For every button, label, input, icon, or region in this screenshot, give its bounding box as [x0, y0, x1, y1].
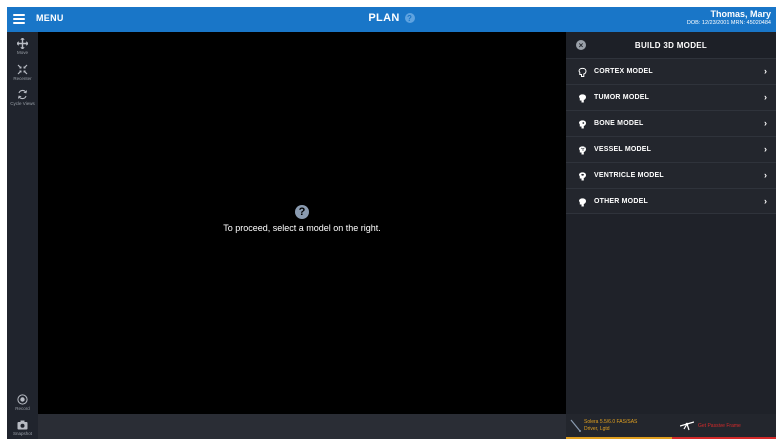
brain-outline-icon: [578, 67, 587, 77]
model-label: CORTEX MODEL: [594, 68, 653, 75]
model-item-other[interactable]: OTHER MODEL ›: [566, 188, 776, 214]
page-title: PLAN ?: [7, 12, 776, 24]
snapshot-label: Snapshot: [12, 431, 32, 436]
recenter-tool-label: Recenter: [13, 76, 32, 81]
prompt-text: To proceed, select a model on the right.: [223, 223, 381, 233]
probe-status-text: Solera 5.5/6.0 FAS/SAS Driver, Lgtd: [584, 419, 638, 432]
skull-icon: [579, 120, 586, 129]
head-vessel-icon: [579, 146, 586, 155]
panel-header: × BUILD 3D MODEL: [566, 32, 776, 58]
cycle-icon: [17, 89, 28, 100]
panel-title: BUILD 3D MODEL: [634, 41, 708, 50]
move-tool-label: Move: [16, 50, 28, 55]
recenter-icon: [17, 64, 28, 75]
chevron-right-icon: ›: [764, 196, 767, 206]
model-item-vessel[interactable]: VESSEL MODEL ›: [566, 136, 776, 162]
head-ventricle-icon: [579, 172, 586, 181]
viewport-bottom-bar: [38, 414, 566, 439]
tracker-frame-icon: [680, 421, 694, 431]
model-label: OTHER MODEL: [594, 198, 648, 205]
chevron-right-icon: ›: [764, 92, 767, 102]
help-icon[interactable]: ?: [404, 13, 415, 23]
chevron-right-icon: ›: [764, 144, 767, 154]
left-toolbar: Move Recenter Cycle Views Record Snapsho…: [7, 32, 38, 439]
page-title-text: PLAN: [368, 12, 400, 24]
head-icon: [579, 198, 586, 207]
recenter-tool-button[interactable]: Recenter: [7, 64, 38, 81]
patient-meta: DOB: 12/23/2001 MRN: 45020484: [686, 20, 771, 26]
app-window: MENU PLAN ? Thomas, Mary DOB: 12/23/2001…: [7, 7, 776, 439]
probe-status[interactable]: Solera 5.5/6.0 FAS/SAS Driver, Lgtd: [566, 414, 672, 439]
model-label: VENTRICLE MODEL: [594, 172, 664, 179]
probe-icon: [570, 419, 581, 432]
move-tool-button[interactable]: Move: [7, 38, 38, 55]
question-icon: ?: [295, 205, 309, 219]
record-icon: [17, 394, 28, 405]
tracking-status-bar: Solera 5.5/6.0 FAS/SAS Driver, Lgtd Get …: [566, 414, 776, 439]
cycle-views-tool-label: Cycle Views: [10, 101, 35, 106]
empty-state-prompt: ? To proceed, select a model on the righ…: [38, 202, 566, 233]
model-label: VESSEL MODEL: [594, 146, 652, 153]
record-button[interactable]: Record: [7, 394, 38, 411]
frame-status[interactable]: Get Passive Frame: [672, 414, 776, 439]
camera-icon: [17, 420, 28, 430]
cycle-views-tool-button[interactable]: Cycle Views: [7, 89, 38, 106]
top-header: MENU PLAN ? Thomas, Mary DOB: 12/23/2001…: [7, 7, 776, 32]
record-label: Record: [15, 406, 30, 411]
chevron-right-icon: ›: [764, 118, 767, 128]
model-item-bone[interactable]: BONE MODEL ›: [566, 110, 776, 136]
move-icon: [17, 38, 28, 49]
chevron-right-icon: ›: [764, 170, 767, 180]
head-icon: [579, 94, 586, 103]
chevron-right-icon: ›: [764, 66, 767, 76]
build-model-panel: × BUILD 3D MODEL CORTEX MODEL › TUMOR MO…: [566, 32, 776, 414]
model-label: BONE MODEL: [594, 120, 644, 127]
frame-status-text: Get Passive Frame: [698, 423, 741, 429]
model-item-ventricle[interactable]: VENTRICLE MODEL ›: [566, 162, 776, 188]
model-label: TUMOR MODEL: [594, 94, 650, 101]
3d-viewport[interactable]: ? To proceed, select a model on the righ…: [38, 32, 566, 414]
model-item-tumor[interactable]: TUMOR MODEL ›: [566, 84, 776, 110]
patient-name: Thomas, Mary: [710, 9, 771, 19]
model-item-cortex[interactable]: CORTEX MODEL ›: [566, 58, 776, 84]
snapshot-button[interactable]: Snapshot: [7, 420, 38, 436]
patient-info: Thomas, Mary DOB: 12/23/2001 MRN: 450204…: [687, 9, 771, 26]
